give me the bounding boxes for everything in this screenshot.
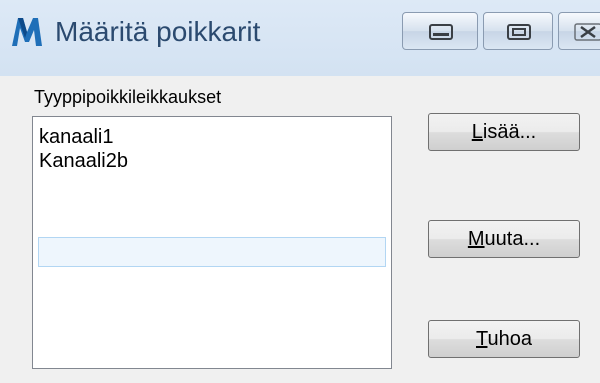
add-button-accel: L: [471, 121, 483, 143]
edit-button-accel: M: [467, 228, 485, 250]
edit-button[interactable]: Muuta...: [428, 220, 580, 258]
dialog-window: Määritä poikkarit Tyyppipoikkileikkaukse…: [0, 0, 600, 383]
list-label: Tyyppipoikkileikkaukset: [34, 87, 222, 107]
close-button[interactable]: [558, 12, 600, 50]
window-title: Määritä poikkarit: [55, 16, 261, 47]
edit-button-label: uuta...: [484, 228, 541, 250]
maximize-button[interactable]: [483, 12, 553, 50]
add-button[interactable]: Lisää...: [428, 113, 580, 151]
list-item[interactable]: Kanaali2b: [39, 149, 128, 173]
minimize-button[interactable]: [402, 12, 478, 50]
add-button-label: isää...: [482, 121, 537, 143]
delete-button-label: uhoa: [487, 328, 532, 350]
cross-section-listbox[interactable]: kanaali1 Kanaali2b: [32, 116, 392, 369]
delete-button[interactable]: Tuhoa: [428, 320, 580, 358]
minimize-icon: [429, 24, 453, 40]
close-icon: [574, 23, 600, 41]
delete-button-accel: T: [476, 328, 488, 350]
title-bar[interactable]: Määritä poikkarit: [0, 0, 600, 76]
app-logo-icon: [8, 12, 46, 50]
maximize-icon: [507, 24, 531, 40]
list-item[interactable]: kanaali1: [39, 125, 114, 149]
focus-row[interactable]: [38, 237, 386, 267]
